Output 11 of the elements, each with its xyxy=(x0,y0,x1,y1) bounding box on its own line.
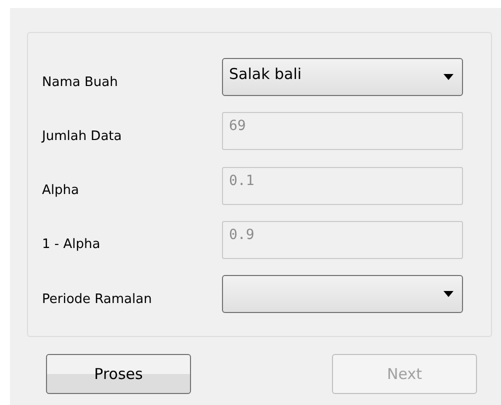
field-label: 1 - Alpha xyxy=(42,236,100,252)
dropdown[interactable]: Salak bali xyxy=(222,58,463,96)
caret-icon xyxy=(443,291,454,297)
field-label: Periode Ramalan xyxy=(42,290,152,306)
dropdown-value: Salak bali xyxy=(229,64,302,83)
caret-icon xyxy=(443,74,454,80)
dialog-button[interactable]: Proses xyxy=(46,354,191,394)
field-label: Alpha xyxy=(42,182,79,198)
dropdown[interactable] xyxy=(222,275,463,313)
field-label: Nama Buah xyxy=(42,74,118,90)
field-label: Jumlah Data xyxy=(42,128,122,144)
